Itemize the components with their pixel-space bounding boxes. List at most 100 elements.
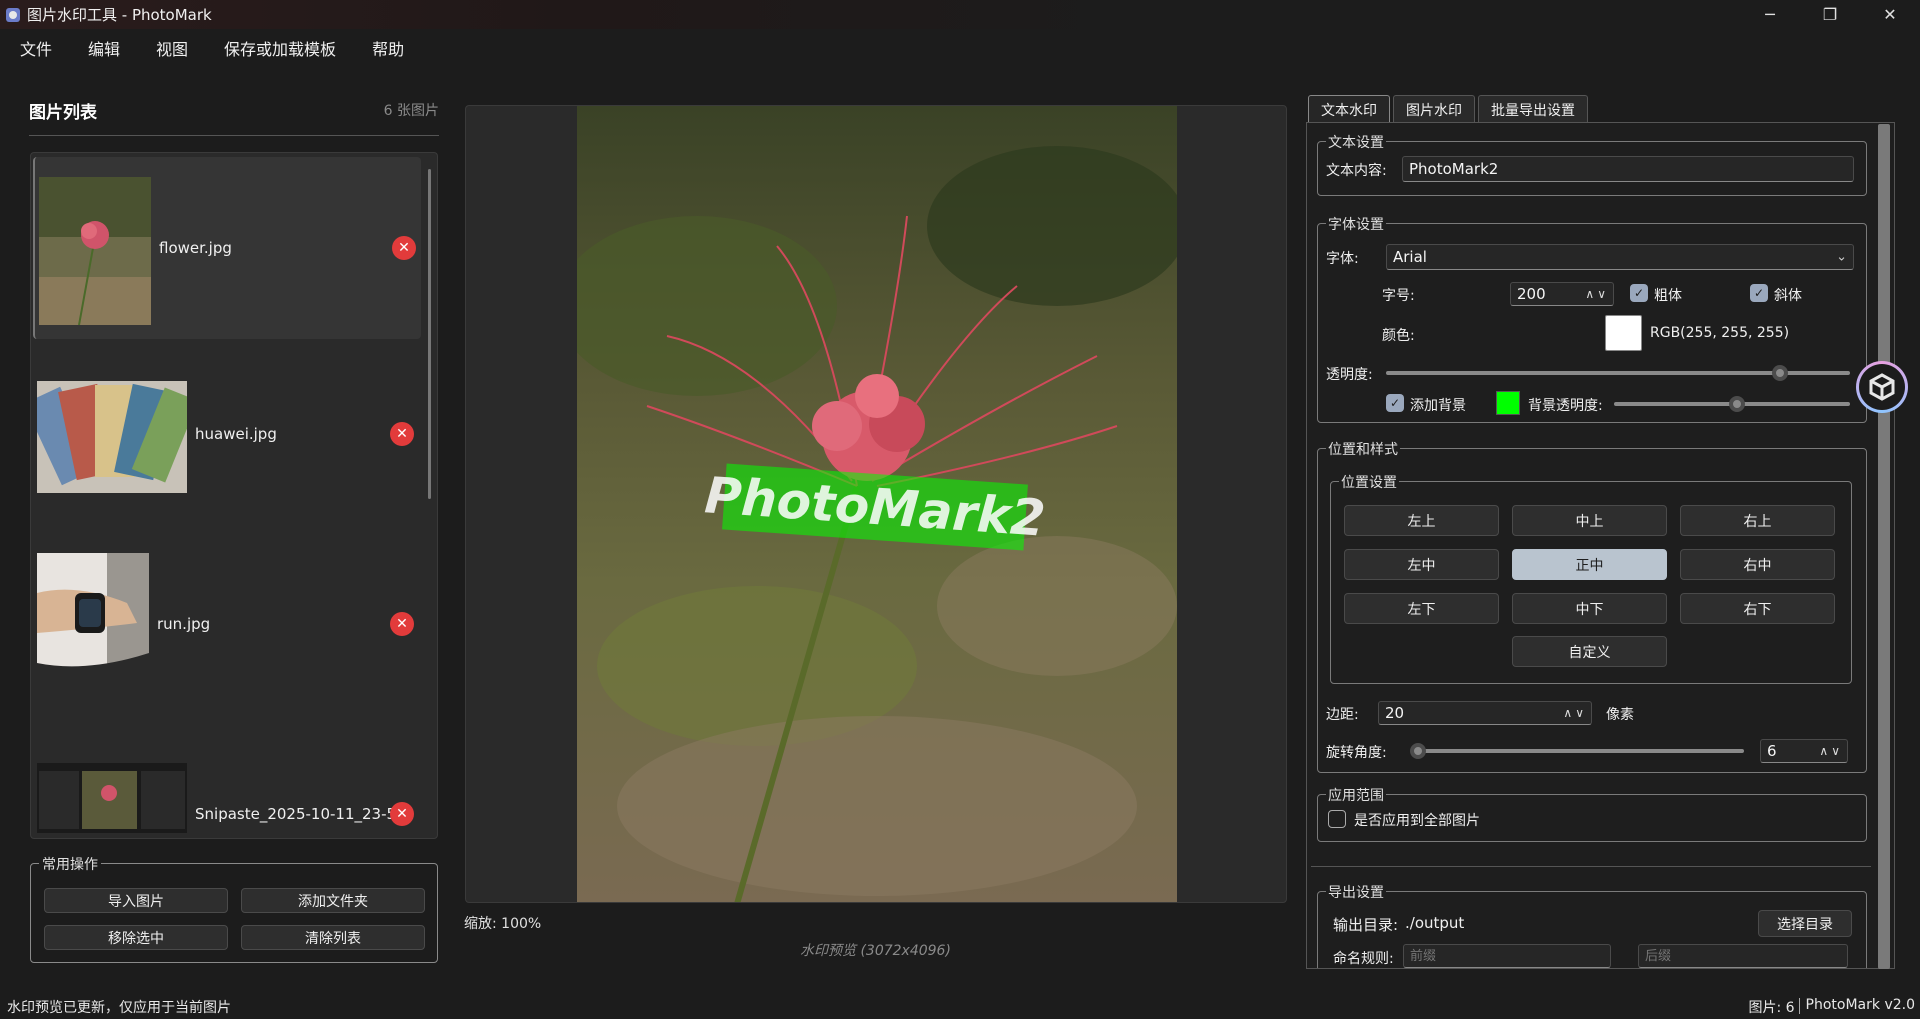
font-select[interactable]: Arial ⌄: [1386, 244, 1854, 270]
background-opacity-slider-handle[interactable]: [1728, 396, 1745, 412]
background-opacity-label: 背景透明度:: [1528, 398, 1603, 414]
apply-scope-group: 应用范围 是否应用到全部图片: [1317, 785, 1867, 842]
bold-label: 粗体: [1654, 288, 1682, 304]
position-top-right-button[interactable]: 右上: [1680, 505, 1835, 536]
thumbnail-huawei: [37, 381, 187, 493]
clear-list-button[interactable]: 清除列表: [241, 925, 425, 950]
image-list-scrollbar[interactable]: [428, 169, 431, 499]
close-window-button[interactable]: ✕: [1860, 0, 1920, 29]
status-version: PhotoMark v2.0: [1805, 997, 1915, 1013]
list-item-snipaste[interactable]: Snipaste_2025-10-11_23-57 ✕: [33, 723, 421, 838]
rotation-slider[interactable]: [1410, 743, 1744, 759]
image-name: flower.jpg: [159, 239, 232, 257]
tab-image-watermark[interactable]: 图片水印: [1393, 95, 1475, 123]
position-custom-button[interactable]: 自定义: [1512, 636, 1667, 667]
italic-checkbox[interactable]: ✓: [1750, 284, 1768, 302]
position-center-button[interactable]: 正中: [1512, 549, 1667, 580]
status-message: 水印预览已更新，仅应用于当前图片: [7, 1000, 231, 1016]
remove-flower-button[interactable]: ✕: [392, 236, 416, 260]
color-value: RGB(255, 255, 255): [1650, 325, 1790, 341]
font-size-label: 字号:: [1382, 288, 1415, 304]
menu-help[interactable]: 帮助: [364, 36, 420, 60]
position-middle-left-button[interactable]: 左中: [1344, 549, 1499, 580]
spin-arrows-icon[interactable]: ∧∨: [1819, 744, 1843, 758]
position-top-center-button[interactable]: 中上: [1512, 505, 1667, 536]
remove-huawei-button[interactable]: ✕: [390, 422, 414, 446]
position-style-title: 位置和样式: [1326, 439, 1400, 459]
floating-assistant-button[interactable]: [1856, 361, 1908, 413]
export-settings-title: 导出设置: [1326, 882, 1386, 902]
position-middle-right-button[interactable]: 右中: [1680, 549, 1835, 580]
position-bottom-right-button[interactable]: 右下: [1680, 593, 1835, 624]
bold-checkbox[interactable]: ✓: [1630, 284, 1648, 302]
spin-arrows-icon[interactable]: ∧∨: [1563, 706, 1587, 720]
position-settings-group: 位置设置 左上 中上 右上 左中 正中 右中 左下 中下 右下 自定义: [1330, 472, 1852, 684]
tab-batch-export[interactable]: 批量导出设置: [1478, 95, 1588, 123]
text-watermark-panel: 文本设置 文本内容: PhotoMark2 字体设置 字体: Arial ⌄ 字…: [1306, 122, 1895, 969]
text-content-label: 文本内容:: [1326, 163, 1387, 179]
thumbnail-flower: [39, 177, 151, 325]
position-bottom-center-button[interactable]: 中下: [1512, 593, 1667, 624]
common-ops-group: 常用操作 导入图片 添加文件夹 移除选中 清除列表: [30, 854, 438, 963]
opacity-label: 透明度:: [1326, 367, 1373, 383]
background-color-swatch[interactable]: [1496, 391, 1520, 415]
status-separator: [1798, 998, 1800, 1014]
background-opacity-slider[interactable]: [1614, 396, 1850, 412]
spin-arrows-icon[interactable]: ∧∨: [1585, 287, 1609, 301]
list-item-run[interactable]: run.jpg ✕: [33, 533, 421, 715]
minimize-button[interactable]: ─: [1740, 0, 1800, 29]
position-top-left-button[interactable]: 左上: [1344, 505, 1499, 536]
image-list-header: 图片列表 6 张图片: [29, 98, 439, 136]
remove-run-button[interactable]: ✕: [390, 612, 414, 636]
font-value: Arial: [1393, 248, 1427, 266]
apply-all-checkbox[interactable]: [1328, 810, 1346, 828]
rotation-value: 6: [1767, 742, 1777, 760]
chevron-down-icon: ⌄: [1836, 249, 1847, 265]
menu-view[interactable]: 视图: [148, 36, 204, 60]
tab-text-watermark[interactable]: 文本水印: [1308, 95, 1390, 123]
common-ops-title: 常用操作: [39, 854, 101, 874]
font-label: 字体:: [1326, 251, 1359, 267]
settings-tabs: 文本水印 图片水印 批量导出设置: [1308, 95, 1591, 123]
assistant-icon: [1859, 364, 1905, 410]
list-item-flower[interactable]: flower.jpg ✕: [33, 157, 421, 339]
text-content-input[interactable]: PhotoMark2: [1402, 156, 1854, 182]
status-right: 图片: 6 PhotoMark v2.0: [1748, 997, 1915, 1017]
watermark-preview[interactable]: PhotoMark2: [465, 105, 1287, 903]
margin-label: 边距:: [1326, 707, 1359, 723]
add-folder-button[interactable]: 添加文件夹: [241, 888, 425, 913]
menu-edit[interactable]: 编辑: [80, 36, 136, 60]
menu-bar: 文件 编辑 视图 保存或加载模板 帮助: [0, 29, 432, 67]
add-background-checkbox[interactable]: ✓: [1386, 394, 1404, 412]
naming-rule-label: 命名规则:: [1333, 951, 1394, 967]
color-label: 颜色:: [1382, 328, 1415, 344]
opacity-slider-handle[interactable]: [1772, 365, 1789, 381]
font-size-spinbox[interactable]: 200 ∧∨: [1510, 282, 1614, 306]
rotation-spinbox[interactable]: 6 ∧∨: [1760, 739, 1848, 763]
import-images-button[interactable]: 导入图片: [44, 888, 228, 913]
image-name: huawei.jpg: [195, 425, 277, 443]
font-settings-group: 字体设置 字体: Arial ⌄ 字号: 200 ∧∨ ✓ 粗体 ✓ 斜体 颜色…: [1317, 214, 1867, 423]
suffix-input[interactable]: [1638, 944, 1848, 968]
settings-scrollbar[interactable]: [1878, 124, 1890, 969]
output-dir-value: ./output: [1405, 914, 1465, 932]
list-item-huawei[interactable]: huawei.jpg ✕: [33, 343, 421, 525]
choose-dir-button[interactable]: 选择目录: [1758, 910, 1852, 937]
image-list[interactable]: flower.jpg ✕ huawei.jpg ✕ run.jpg ✕ Snip…: [30, 152, 438, 839]
text-color-swatch[interactable]: [1605, 315, 1642, 351]
position-style-group: 位置和样式 位置设置 左上 中上 右上 左中 正中 右中 左下 中下 右下 自定…: [1317, 439, 1867, 773]
maximize-button[interactable]: ❐: [1800, 0, 1860, 29]
menu-file[interactable]: 文件: [12, 36, 68, 60]
remove-selected-button[interactable]: 移除选中: [44, 925, 228, 950]
position-bottom-left-button[interactable]: 左下: [1344, 593, 1499, 624]
apply-all-label: 是否应用到全部图片: [1354, 813, 1480, 829]
prefix-input[interactable]: [1403, 944, 1611, 968]
menu-template[interactable]: 保存或加载模板: [216, 36, 352, 60]
opacity-slider[interactable]: [1386, 365, 1850, 381]
text-settings-title: 文本设置: [1326, 132, 1386, 152]
margin-spinbox[interactable]: 20 ∧∨: [1378, 701, 1592, 725]
image-list-title: 图片列表: [29, 103, 97, 123]
remove-snipaste-button[interactable]: ✕: [390, 802, 414, 826]
italic-label: 斜体: [1774, 288, 1802, 304]
rotation-slider-handle[interactable]: [1410, 743, 1426, 759]
